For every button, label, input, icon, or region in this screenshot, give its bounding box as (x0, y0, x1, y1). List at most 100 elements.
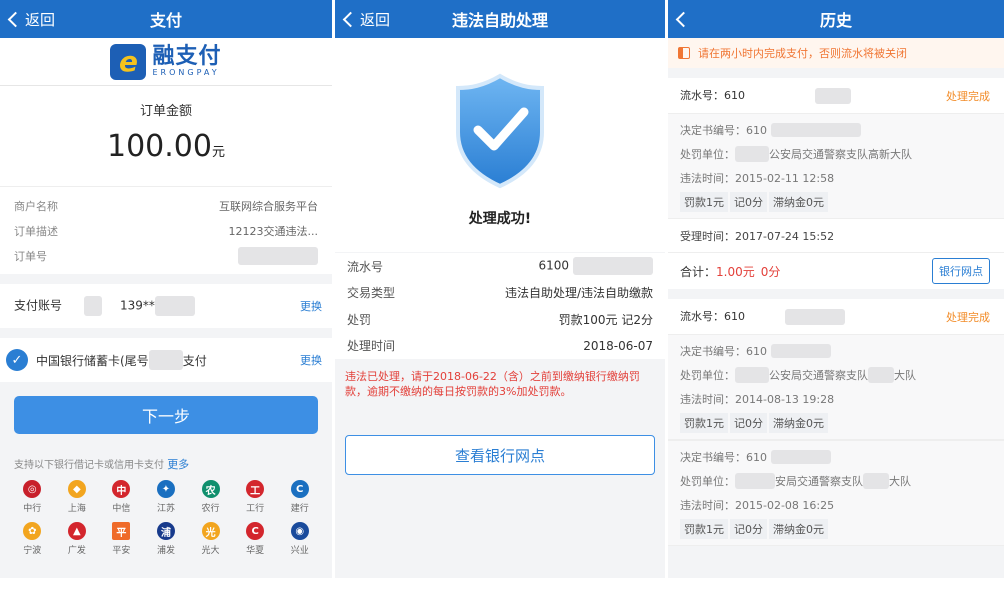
redacted (84, 296, 103, 316)
back-label: 返回 (360, 10, 391, 29)
bank-name: 平安 (112, 546, 131, 556)
view-bank-outlets-button[interactable]: 查看银行网点 (345, 435, 655, 475)
support-label: 支持以下银行借记卡或信用卡支付 (14, 460, 164, 471)
page-title: 历史 (819, 11, 852, 30)
fine-tag: 罚款1元 (680, 413, 728, 433)
amount-unit: 元 (211, 145, 225, 160)
violation-result-panel: 返回 违法自助处理 处理成功! 流水号 6100 交易类型 违法自助处理/违法自助缴… (335, 0, 665, 578)
late-fee-tag: 滞纳金0元 (769, 192, 828, 212)
bank-abc[interactable]: 农农行 (188, 480, 233, 514)
bank-card-row[interactable]: ✓ 中国银行储蓄卡(尾号 支付 更换 (0, 338, 332, 382)
pay-account-row: 支付账号 139** 更换 (0, 284, 332, 328)
citic-icon: 中 (112, 480, 131, 498)
change-account-link[interactable]: 更换 (300, 298, 322, 314)
page-title: 支付 (149, 11, 182, 30)
ccb-icon: C (290, 480, 309, 498)
info-row: 商户名称 互联网综合服务平台 (14, 193, 318, 218)
bank-cib[interactable]: ◉ 兴业 (277, 522, 322, 556)
detail-row: 流水号 6100 (347, 253, 653, 280)
unit-label: 处罚单位： (680, 148, 735, 161)
violation-time: 违法时间：2015-02-08 16:25 (680, 499, 835, 512)
logo-subtitle: ERONGPAY (152, 68, 220, 77)
bank-ningbo[interactable]: ✿ 宁波 (10, 522, 55, 556)
bank-spdb[interactable]: 浦浦发 (144, 522, 189, 556)
detail-row: 交易类型 违法自助处理/违法自助缴款 (347, 280, 653, 307)
decision-number: 决定书编号：610 (680, 124, 767, 137)
bank-name: 华夏 (246, 546, 265, 556)
bank-ceb[interactable]: 光光大 (188, 522, 233, 556)
bank-jiangsu[interactable]: ✦ 江苏 (144, 480, 189, 514)
icbc-icon: 工 (246, 480, 265, 498)
penalty-tags: 罚款1元 记0分 滞纳金0元 (680, 411, 992, 435)
history-record: 流水号：610 处理完成 决定书编号：610 处罚单位： 公安局交通警察支队 大队 违… (668, 299, 1004, 546)
speaker-icon (678, 47, 690, 59)
order-info: 商户名称 互联网综合服务平台 订单描述 12123交通违法... 订单号 (0, 186, 332, 274)
shield-check-icon (456, 73, 544, 189)
detail-row: 处理时间 2018-06-07 (347, 333, 653, 360)
bank-grid: ◎ 中行 ◆ 上海 中中信 ✦ 江苏 农农行 工工行 C 建行 ✿ 宁波 ▲ 广发 平平安 … (0, 480, 332, 556)
total-label: 合计： (680, 264, 717, 279)
decision-line: 决定书编号：610 (680, 339, 992, 363)
bank-outlet-button[interactable]: 银行网点 (932, 258, 990, 284)
history-record: 流水号：610 处理完成 决定书编号：610 处罚单位： 公安局交通警察支队高新大队… (668, 78, 1004, 289)
fine-tag: 罚款1元 (680, 519, 728, 539)
detail-key: 流水号 (347, 259, 384, 274)
next-step-button[interactable]: 下一步 (14, 396, 318, 434)
payment-warning: 违法已处理，请于2018-06-22（含）之前到缴纳银行缴纳罚款，逾期不缴纳的每… (335, 359, 665, 409)
checkmark-icon: ✓ (6, 349, 28, 371)
back-button[interactable]: 返回 (339, 0, 390, 38)
unit-label: 处罚单位： (680, 369, 735, 382)
erongpay-logo: e 融支付 ERONGPAY (0, 38, 332, 86)
redacted (735, 146, 769, 162)
bank-name: 光大 (201, 546, 220, 556)
unit-name: 公安局交通警察支队 (769, 369, 868, 382)
redacted (735, 367, 769, 383)
bank-name: 广发 (67, 546, 86, 556)
bank-citic[interactable]: 中中信 (99, 480, 144, 514)
jsb-icon: ✦ (156, 480, 175, 498)
bank-ccb[interactable]: C 建行 (277, 480, 322, 514)
redacted (735, 473, 775, 489)
back-button[interactable] (672, 0, 693, 38)
bank-boc[interactable]: ◎ 中行 (10, 480, 55, 514)
spdb-icon: 浦 (156, 522, 175, 540)
redacted (573, 257, 653, 276)
total-points: 0分 (760, 264, 781, 279)
redacted (771, 450, 831, 464)
info-key: 订单描述 (14, 224, 58, 238)
pingan-icon: 平 (112, 522, 131, 540)
boc-icon: ◎ (23, 480, 42, 498)
redacted (815, 88, 851, 104)
bank-hxb[interactable]: C 华夏 (233, 522, 278, 556)
late-fee-tag: 滞纳金0元 (769, 413, 828, 433)
bank-pingan[interactable]: 平平安 (99, 522, 144, 556)
detail-key: 交易类型 (347, 286, 396, 301)
status-badge: 处理完成 (946, 89, 990, 103)
redacted-order-number (238, 246, 318, 265)
unit-line: 处罚单位： 公安局交通警察支队 大队 (680, 363, 992, 387)
redacted (785, 309, 845, 325)
bank-name: 江苏 (156, 504, 175, 514)
notice-text: 请在两小时内完成支付，否则流水将被关闭 (698, 47, 907, 60)
redacted (863, 473, 889, 489)
back-button[interactable]: 返回 (4, 0, 55, 38)
bank-icbc[interactable]: 工工行 (233, 480, 278, 514)
cgb-icon: ▲ (67, 522, 86, 540)
change-card-link[interactable]: 更换 (300, 352, 322, 368)
page-title: 违法自助处理 (451, 11, 548, 30)
bank-cgb[interactable]: ▲ 广发 (55, 522, 100, 556)
record-header: 流水号：610 处理完成 (668, 299, 1004, 335)
payment-notice: 请在两小时内完成支付，否则流水将被关闭 (668, 38, 1004, 68)
bank-name: 建行 (290, 504, 309, 514)
info-key: 商户名称 (14, 199, 58, 213)
bank-name: 中信 (112, 504, 131, 514)
more-banks-link[interactable]: 更多 (167, 458, 189, 471)
bank-shanghai[interactable]: ◆ 上海 (55, 480, 100, 514)
bank-name: 农行 (201, 504, 220, 514)
fine-tag: 罚款1元 (680, 192, 728, 212)
serial-number: 流水号：610 (680, 89, 745, 102)
amount-label: 订单金额 (139, 104, 192, 119)
detail-value: 违法自助处理/违法自助缴款 (504, 286, 653, 301)
decision-number: 决定书编号：610 (680, 345, 767, 358)
unit-suffix: 大队 (894, 369, 916, 382)
